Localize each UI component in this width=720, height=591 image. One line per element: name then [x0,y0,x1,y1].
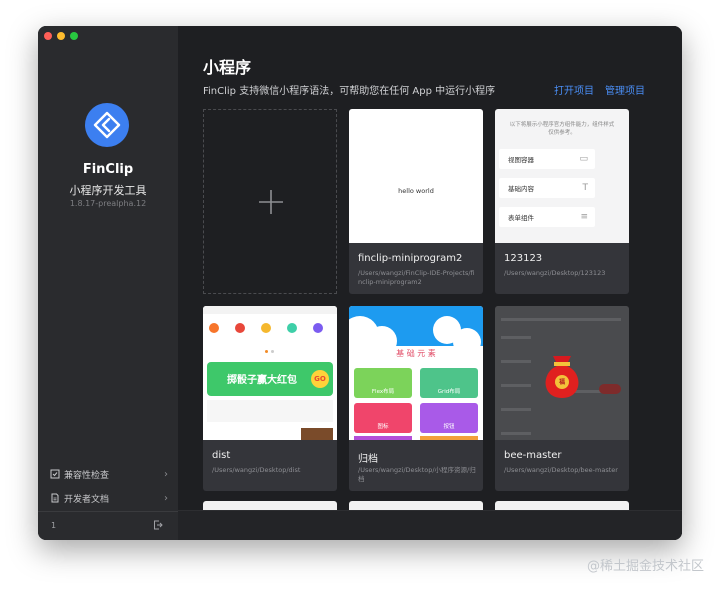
project-card-partial[interactable] [203,501,337,510]
project-name: 归档 [358,454,378,465]
open-project-link[interactable]: 打开项目 [554,82,594,97]
project-name: finclip-miniprogram2 [358,253,463,264]
project-name: bee-master [504,450,562,461]
sidebar: FinClip 小程序开发工具 1.8.17-prealpha.12 兼容性检查… [38,26,178,540]
preview-menu-row: 基础内容 T [499,178,595,198]
project-card[interactable]: 掷骰子赢大红包 GO dist /Users/wangzi/Desktop/di… [203,306,337,491]
preview-grid-cell: Flex布局 [354,368,412,398]
preview-menu-label: 视图容器 [508,156,534,164]
promo-go-badge: GO [311,370,329,388]
preview-grid-cell: 图标 [354,403,412,433]
app-icon [261,323,271,333]
view-container-icon: ▭ [579,154,588,164]
project-path: /Users/wangzi/Desktop/dist [212,466,301,474]
plus-icon [259,190,283,214]
page-description: FinClip 支持微信小程序语法，可帮助您在任何 App 中运行小程序 [203,86,496,97]
watermark: @稀土掘金技术社区 [586,559,704,574]
promo-banner: 掷骰子赢大红包 GO [207,362,333,396]
preview-menu-row: 视图容器 ▭ [499,149,595,169]
project-name: 123123 [504,253,543,264]
project-card[interactable]: 福 bee-master /Users/wangzi/Desktop/bee-m… [495,306,629,491]
manage-projects-link[interactable]: 管理项目 [605,82,645,97]
compatibility-icon [50,469,60,479]
preview-menu-label: 表单组件 [508,214,534,222]
text-icon: T [582,183,589,193]
logout-icon[interactable] [153,520,163,530]
compatibility-check-label: 兼容性检查 [64,470,110,481]
project-path: /Users/wangzi/FinClip-IDE-Projects/fincl… [358,269,475,286]
chevron-right-icon: › [164,492,168,504]
project-card-partial[interactable] [349,501,483,510]
form-icon: ≡ [580,212,588,222]
page-title: 小程序 [203,58,252,77]
app-icon [235,323,245,333]
maximize-window-button[interactable] [70,32,78,40]
preview-grid-cell: 按钮 [420,403,478,433]
project-name: dist [212,450,231,461]
preview-intro: 以下将展示小程序官方组件能力，组件样式仅供参考。 [509,122,615,136]
footer-number: 1 [51,521,57,530]
app-subtitle: 小程序开发工具 [69,184,147,197]
bottom-bar [178,510,682,540]
compatibility-check-link[interactable]: 兼容性检查 › [50,465,168,483]
app-window: FinClip 小程序开发工具 1.8.17-prealpha.12 兼容性检查… [38,26,682,540]
preview-grid-cell: Grid布局 [420,368,478,398]
promo-banner-text: 掷骰子赢大红包 [227,375,297,386]
preview-menu-label: 基础内容 [508,185,534,193]
window-controls [44,32,78,40]
close-window-button[interactable] [44,32,52,40]
developer-docs-link[interactable]: 开发者文档 › [50,489,168,507]
red-envelope-bag-icon [545,356,579,398]
app-icon [209,323,219,333]
main-content: 小程序 FinClip 支持微信小程序语法，可帮助您在任何 App 中运行小程序… [178,26,682,540]
project-path: /Users/wangzi/Desktop/bee-master [504,466,618,474]
project-thumbnail: 以下将展示小程序官方组件能力，组件样式仅供参考。 视图容器 ▭ 基础内容 T 表… [495,109,629,243]
project-thumbnail: 掷骰子赢大红包 GO [203,306,337,440]
app-icon [287,323,297,333]
project-card[interactable]: hello world finclip-miniprogram2 /Users/… [349,109,483,294]
project-thumbnail: hello world [349,109,483,243]
document-icon [51,493,59,503]
add-project-button[interactable] [203,109,337,294]
developer-docs-label: 开发者文档 [64,494,110,505]
app-version: 1.8.17-prealpha.12 [69,199,147,208]
project-thumbnail: 福 [495,306,629,440]
project-thumbnail: 基 础 元 素 Flex布局 Grid布局 图标 按钮 [349,306,483,440]
bag-label: 福 [558,379,565,386]
project-path: /Users/wangzi/Desktop/123123 [504,269,606,277]
preview-menu-row: 表单组件 ≡ [499,207,595,227]
app-name: FinClip [82,162,134,177]
preview-text: hello world [398,187,434,195]
preview-heading: 基 础 元 素 [396,349,436,358]
project-card[interactable]: 以下将展示小程序官方组件能力，组件样式仅供参考。 视图容器 ▭ 基础内容 T 表… [495,109,629,294]
project-card[interactable]: 基 础 元 素 Flex布局 Grid布局 图标 按钮 归档 /Users/wa… [349,306,483,491]
chevron-right-icon: › [164,468,168,480]
sidebar-footer: 1 [38,511,178,540]
project-path: /Users/wangzi/Desktop/小程序资源/归档 [358,466,476,483]
project-card-partial[interactable] [495,501,629,510]
minimize-window-button[interactable] [57,32,65,40]
finclip-logo-icon [85,103,129,147]
app-icon [313,323,323,333]
